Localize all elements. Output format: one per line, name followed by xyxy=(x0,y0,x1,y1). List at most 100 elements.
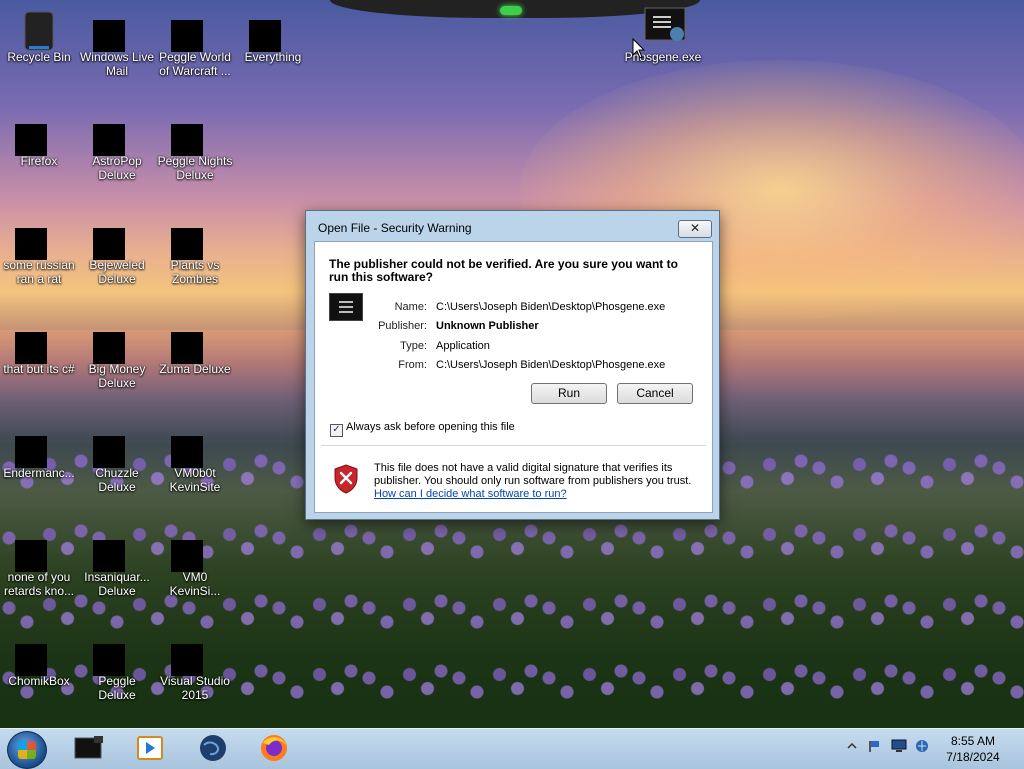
peggle-nights-icon xyxy=(171,110,215,156)
desktop-icon-label: ChomikBox xyxy=(8,674,70,688)
file-icon xyxy=(15,214,59,260)
desktop-icon-label: Zuma Deluxe xyxy=(159,362,231,376)
firefox-icon xyxy=(15,110,59,156)
desktop-icon-label: Bejeweled Deluxe xyxy=(89,258,145,286)
executable-icon xyxy=(643,6,686,46)
peggle-icon xyxy=(93,630,137,676)
security-warning-dialog: Open File - Security Warning ✕ The publi… xyxy=(305,210,720,520)
desktop-icon-label: Peggle World of Warcraft ... xyxy=(159,50,231,78)
field-label: Name: xyxy=(394,301,427,313)
field-value: C:\Users\Joseph Biden\Desktop\Phosgene.e… xyxy=(436,359,666,371)
dialog-body: The publisher could not be verified. Are… xyxy=(314,241,713,513)
desktop-icon-recycle-bin[interactable]: Recycle Bin xyxy=(0,0,78,64)
field-label: Publisher: xyxy=(378,320,427,332)
desktop-icon-chomikbox[interactable]: ChomikBox xyxy=(0,624,78,688)
desktop-icon-chuzzle[interactable]: Chuzzle Deluxe xyxy=(78,416,156,494)
desktop-icon-firefox[interactable]: Firefox xyxy=(0,104,78,168)
desktop-icon-vm0b0t[interactable]: VM0b0t KevinSite xyxy=(156,416,234,494)
field-value: Application xyxy=(436,340,490,352)
help-link[interactable]: How can I decide what software to run? xyxy=(374,488,567,500)
field-value: Unknown Publisher xyxy=(436,320,539,332)
desktop-icon-plants-vs-zombies[interactable]: Plants vs Zombies xyxy=(156,208,234,286)
flag-icon[interactable] xyxy=(867,739,881,753)
field-label: Type: xyxy=(400,340,427,352)
peggle-icon xyxy=(171,6,215,52)
gadget-led-icon xyxy=(500,6,522,15)
desktop-icon-label: that but its c# xyxy=(3,362,75,376)
shortcut-icon xyxy=(15,318,59,364)
clock-time: 8:55 AM xyxy=(950,734,996,748)
desktop-icon-label: Windows Live Mail xyxy=(79,50,155,78)
desktop-icon-vm0-kevinsite[interactable]: VM0 KevinSi... xyxy=(156,520,234,598)
executable-icon xyxy=(15,422,59,468)
desktop-icon-peggle-wow[interactable]: Peggle World of Warcraft ... xyxy=(156,0,234,78)
desktop-icon-zuma[interactable]: Zuma Deluxe xyxy=(156,312,234,376)
taskbar-app-media-player[interactable] xyxy=(133,733,167,763)
desktop-icon-label: Visual Studio 2015 xyxy=(160,674,230,702)
desktop-icon-label: some russian ran a rat xyxy=(3,258,75,286)
desktop-icon-endermanc[interactable]: Endermanc... xyxy=(0,416,78,480)
plants-vs-zombies-icon xyxy=(171,214,215,260)
media-player-icon xyxy=(137,736,163,760)
warning-message: This file does not have a valid digital … xyxy=(374,462,704,501)
always-ask-checkbox[interactable]: ✓ xyxy=(330,424,343,437)
warning-text: This file does not have a valid digital … xyxy=(374,462,692,487)
desktop-icon-label: Everything xyxy=(244,50,302,64)
desktop-icon-windows-live-mail[interactable]: Windows Live Mail xyxy=(78,0,156,78)
recycle-bin-icon xyxy=(19,6,59,51)
windows-logo-icon xyxy=(18,741,36,759)
mail-icon xyxy=(93,6,137,52)
desktop-icon-peggle-nights[interactable]: Peggle Nights Deluxe xyxy=(156,104,234,182)
globe-icon xyxy=(200,735,226,761)
desktop-icon-label: Insaniquar... Deluxe xyxy=(84,570,150,598)
clock-date: 7/18/2024 xyxy=(946,750,1000,764)
desktop-icon-big-money[interactable]: Big Money Deluxe xyxy=(78,312,156,390)
desktop-icon-visual-studio[interactable]: Visual Studio 2015 xyxy=(156,624,234,702)
desktop-icon-label: Chuzzle Deluxe xyxy=(95,466,139,494)
desktop-icon-label: VM0 KevinSi... xyxy=(169,570,221,598)
everything-search-icon xyxy=(249,6,293,52)
taskbar-app-firefox[interactable] xyxy=(257,733,291,763)
desktop-icon-none-of-you[interactable]: none of you retards kno... xyxy=(0,520,78,598)
shield-warning-icon xyxy=(334,464,358,494)
monitor-icon[interactable] xyxy=(891,739,907,753)
desktop-icon-peggle-deluxe[interactable]: Peggle Deluxe xyxy=(78,624,156,702)
dialog-heading: The publisher could not be verified. Are… xyxy=(329,257,678,284)
desktop-icon-label: Plants vs Zombies xyxy=(170,258,220,286)
zuma-icon xyxy=(171,318,215,364)
visual-studio-icon xyxy=(171,630,215,676)
big-money-icon xyxy=(93,318,137,364)
desktop-icon-insaniquarium[interactable]: Insaniquar... Deluxe xyxy=(78,520,156,598)
desktop-icon-label: Firefox xyxy=(20,154,58,168)
desktop-icon-russian-rat[interactable]: some russian ran a rat xyxy=(0,208,78,286)
taskbar-app-terminal[interactable] xyxy=(72,733,106,763)
bejeweled-icon xyxy=(93,214,137,260)
firefox-icon xyxy=(261,735,287,761)
insaniquarium-icon xyxy=(93,526,137,572)
start-button[interactable] xyxy=(7,731,47,769)
divider xyxy=(321,445,706,446)
close-button[interactable]: ✕ xyxy=(678,220,712,238)
desktop-icon-everything[interactable]: Everything xyxy=(234,0,312,64)
dialog-titlebar[interactable]: Open File - Security Warning ✕ xyxy=(306,211,719,241)
always-ask-checkbox-row[interactable]: ✓ Always ask before opening this file xyxy=(330,421,515,437)
taskbar-clock[interactable]: 8:55 AM 7/18/2024 xyxy=(930,733,1016,765)
terminal-icon xyxy=(74,736,103,759)
desktop-icon-label: Endermanc... xyxy=(3,466,75,480)
desktop-icon-label: none of you retards kno... xyxy=(3,570,75,598)
cancel-button[interactable]: Cancel xyxy=(617,383,693,404)
desktop-icon-label: Peggle Nights Deluxe xyxy=(157,154,233,182)
taskbar-app-globe[interactable] xyxy=(196,733,230,763)
run-button[interactable]: Run xyxy=(531,383,607,404)
checkbox-label: Always ask before opening this file xyxy=(346,421,515,433)
desktop-icon-bejeweled[interactable]: Bejeweled Deluxe xyxy=(78,208,156,286)
field-value: C:\Users\Joseph Biden\Desktop\Phosgene.e… xyxy=(436,301,666,313)
chomikbox-icon xyxy=(15,630,59,676)
desktop-icon-label: Peggle Deluxe xyxy=(98,674,136,702)
network-icon[interactable] xyxy=(915,739,929,753)
desktop-icon-astropop[interactable]: AstroPop Deluxe xyxy=(78,104,156,182)
show-hidden-icons-icon[interactable] xyxy=(845,739,859,753)
mouse-cursor-icon xyxy=(632,38,646,59)
desktop-icon-that-but-csharp[interactable]: that but its c# xyxy=(0,312,78,376)
astropop-icon xyxy=(93,110,137,156)
